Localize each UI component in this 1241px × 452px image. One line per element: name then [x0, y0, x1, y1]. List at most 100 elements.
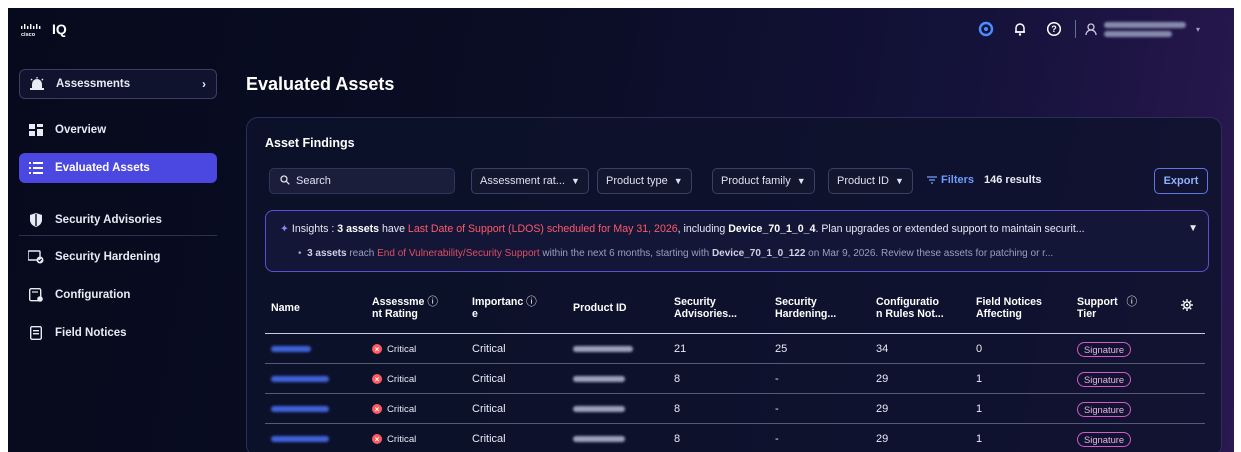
export-button[interactable]: Export	[1154, 168, 1208, 194]
sidebar-item-configuration[interactable]: Configuration	[19, 280, 217, 310]
insight-text: within the next 6 months, starting with	[539, 248, 712, 259]
sidebar-item-security-hardening[interactable]: Security Hardening	[19, 242, 217, 272]
header-label: Product ID	[573, 302, 627, 314]
sidebar-item-security-advisories[interactable]: Security Advisories	[19, 205, 217, 235]
svg-text:cisco: cisco	[21, 32, 36, 37]
column-header-assessment-rating[interactable]: Assessme ⓘ nt Rating	[372, 296, 438, 320]
header-label: Security	[775, 296, 817, 308]
filter-product-type[interactable]: Product type ▼	[597, 168, 692, 194]
field-notices-cell: 1	[976, 433, 983, 445]
critical-icon: ×	[372, 404, 382, 414]
sidebar-item-label: Evaluated Assets	[55, 162, 150, 174]
importance-cell: Critical	[472, 403, 506, 415]
filter-assessment-rating[interactable]: Assessment rat... ▼	[471, 168, 589, 194]
filter-label: Product type	[606, 175, 668, 187]
header-label: Field Notices	[976, 296, 1042, 308]
header-label: Security	[674, 296, 716, 308]
critical-icon: ×	[372, 434, 382, 444]
alarm-icon	[22, 77, 52, 91]
bullet: •	[298, 248, 302, 259]
header-label: Assessme	[372, 296, 425, 308]
settings-gear-icon[interactable]	[1181, 299, 1193, 314]
header-label: nt Rating	[372, 308, 418, 320]
insight-highlight: Last Date of Support (LDOS) scheduled fo…	[407, 223, 678, 235]
security-hardening-cell: -	[775, 433, 779, 445]
table-row[interactable]: × Critical Critical 8 - 29 1 Signature	[265, 394, 1205, 424]
header-label: Name	[271, 302, 300, 314]
column-header-importance[interactable]: Importanc ⓘ e	[472, 296, 537, 320]
chevron-down-icon[interactable]: ▼	[1188, 223, 1198, 234]
security-advisories-cell: 8	[674, 373, 681, 385]
top-right-actions: ? ▾	[969, 8, 1234, 50]
column-header-name[interactable]: Name	[271, 302, 300, 314]
column-header-product-id[interactable]: Product ID	[573, 302, 627, 314]
chevron-right-icon: ›	[202, 77, 206, 91]
sidebar-item-label: Overview	[55, 124, 107, 136]
refresh-icon[interactable]	[969, 8, 1003, 50]
info-icon[interactable]: ⓘ	[427, 296, 438, 308]
product-id-cell: 8	[573, 364, 633, 394]
hardening-icon	[21, 250, 51, 264]
table-row[interactable]: × Critical Critical 8 - 29 1 Signature	[265, 424, 1205, 452]
sidebar-item-overview[interactable]: Overview	[19, 115, 217, 145]
column-header-security-hardening[interactable]: Security Hardening...	[775, 296, 836, 320]
sidebar-divider	[19, 235, 217, 236]
asset-name-link[interactable]	[271, 424, 329, 452]
config-rules-cell: 34	[876, 343, 889, 355]
sidebar-item-assessments[interactable]: Assessments ›	[19, 69, 217, 99]
header-label: e	[472, 308, 478, 320]
insight-device: Device_70_1_0_4	[728, 223, 816, 235]
filter-icon	[927, 176, 937, 184]
column-header-configuration-rules[interactable]: Configuratio n Rules Not...	[876, 296, 944, 320]
header-label: Support	[1077, 296, 1118, 308]
field-notices-cell: 1	[976, 373, 983, 385]
sidebar-item-field-notices[interactable]: Field Notices	[19, 318, 217, 348]
field-notices-cell: 0	[976, 343, 983, 355]
support-tier-cell: Signature	[1077, 424, 1132, 452]
column-header-support-tier[interactable]: Support ⓘ Tier	[1077, 296, 1137, 320]
support-tier-cell: Signature	[1077, 364, 1132, 394]
insight-text: reach	[346, 248, 378, 259]
filter-label: Product ID	[837, 175, 889, 187]
user-icon	[1085, 23, 1097, 36]
chevron-down-icon: ▼	[894, 176, 904, 186]
chevron-down-icon: ▼	[673, 176, 683, 186]
filters-link[interactable]: Filters	[927, 174, 974, 186]
help-icon[interactable]: ?	[1037, 8, 1071, 50]
sidebar-item-evaluated-assets[interactable]: Evaluated Assets	[19, 153, 217, 183]
table-row[interactable]: × Critical Critical 21 25 34 0 Signature	[265, 334, 1205, 364]
support-tier-badge: Signature	[1077, 431, 1132, 447]
rating-label: Critical	[387, 403, 417, 415]
asset-name-link[interactable]	[271, 364, 329, 394]
filter-product-id[interactable]: Product ID ▼	[828, 168, 913, 194]
header-label: Hardening...	[775, 308, 837, 320]
security-hardening-cell: 25	[775, 343, 788, 355]
insight-line-1: ✦ Insights : 3 assets have Last Date of S…	[280, 223, 1085, 235]
insight-count: 3 assets	[337, 223, 380, 235]
support-tier-cell: Signature	[1077, 394, 1132, 424]
svg-text:?: ?	[1051, 24, 1057, 34]
insight-count: 3 assets	[307, 248, 347, 259]
info-icon[interactable]: ⓘ	[1126, 296, 1137, 308]
shield-icon	[21, 213, 51, 227]
rating-label: Critical	[387, 433, 417, 445]
column-header-security-advisories[interactable]: Security Advisories...	[674, 296, 737, 320]
filter-product-family[interactable]: Product family ▼	[712, 168, 815, 194]
search-input[interactable]: Search	[269, 168, 455, 194]
filters-link-label: Filters	[941, 174, 975, 186]
asset-name-link[interactable]	[271, 334, 311, 364]
user-menu[interactable]: ▾	[1084, 21, 1234, 37]
insights-banner[interactable]: ✦ Insights : 3 assets have Last Date of S…	[265, 210, 1209, 272]
asset-findings-card: Asset Findings Search Assessment rat... ▼…	[246, 117, 1222, 452]
column-header-field-notices[interactable]: Field Notices Affecting	[976, 296, 1042, 320]
info-icon[interactable]: ⓘ	[526, 296, 537, 308]
asset-name-link[interactable]	[271, 394, 329, 424]
logo[interactable]: cisco IQ	[20, 21, 67, 37]
critical-icon: ×	[372, 374, 382, 384]
sidebar-item-label: Security Hardening	[55, 251, 161, 263]
header-label: Importanc	[472, 296, 524, 308]
table-row[interactable]: × Critical Critical 8 8 - 29 1 Signature	[265, 364, 1205, 394]
config-icon	[21, 288, 51, 302]
importance-cell: Critical	[472, 343, 506, 355]
bell-icon[interactable]	[1003, 8, 1037, 50]
